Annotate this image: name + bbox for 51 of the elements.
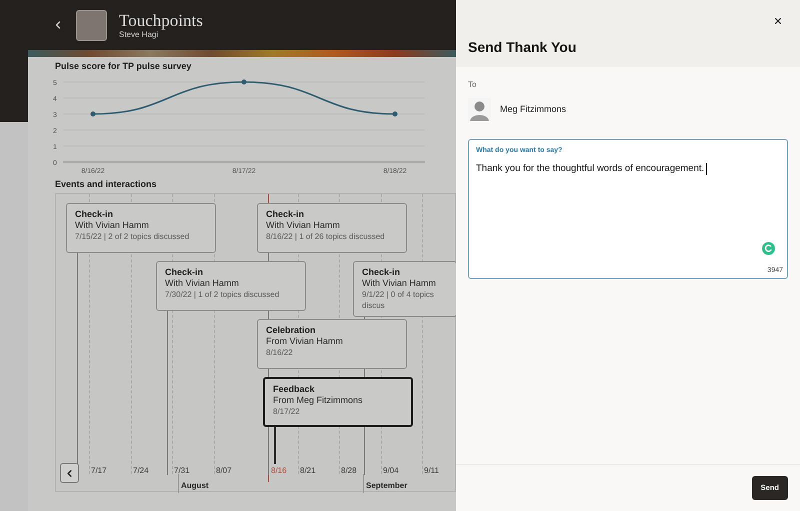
date-tick-label: 8/21 xyxy=(300,466,316,476)
date-tick-label: 8/07 xyxy=(216,466,232,476)
date-tick-label: 7/17 xyxy=(91,466,107,476)
event-title: Check-in xyxy=(165,267,204,278)
photo-placeholder xyxy=(76,10,107,40)
refresh-icon xyxy=(762,242,775,255)
event-subtitle: With Vivian Hamm xyxy=(362,278,437,289)
event-detail: 9/1/22 | 0 of 4 topics discus xyxy=(362,289,435,311)
event-subtitle: From Meg Fitzimmons xyxy=(273,395,364,406)
event-card[interactable]: Celebration From Vivian Hamm 8/16/22 xyxy=(257,319,407,369)
event-card[interactable]: Check-in With Vivian Hamm 7/15/22 | 2 of 2 topics discussed xyxy=(66,203,216,253)
page-title: Touchpoints xyxy=(119,10,203,30)
close-icon xyxy=(773,16,783,26)
event-detail: 7/30/22 | 1 of 2 topics discussed xyxy=(165,289,280,300)
event-title: Feedback xyxy=(273,384,316,395)
event-detail: 7/15/22 | 2 of 2 topics discussed xyxy=(75,231,190,242)
event-detail: 8/16/22 xyxy=(266,347,294,358)
event-detail: 8/17/22 xyxy=(273,406,301,417)
data-point xyxy=(90,112,96,116)
month-label: August xyxy=(181,481,209,491)
person-name: Steve Hagi xyxy=(119,30,158,40)
date-tick-label: 9/04 xyxy=(383,466,399,476)
month-label: September xyxy=(366,481,408,491)
event-title: Check-in xyxy=(75,209,114,220)
drawer-title: Send Thank You xyxy=(468,39,576,55)
event-subtitle: From Vivian Hamm xyxy=(266,336,344,347)
to-label: To xyxy=(468,80,478,90)
event-card[interactable]: Check-in With Vivian Hamm 9/1/22 | 0 of 4 topics discus xyxy=(353,261,456,317)
event-title: Check-in xyxy=(266,209,306,220)
section-title: Events and interactions xyxy=(55,178,158,190)
chart-title: Pulse score for TP pulse survey xyxy=(55,60,192,72)
close-button[interactable] xyxy=(772,15,784,27)
recipient-name: Meg Fitzimmons xyxy=(500,104,566,115)
message-text: Thank you for the thoughtful words of encouragement. xyxy=(476,163,708,175)
event-card[interactable]: Feedback From Meg Fitzimmons 8/17/22 xyxy=(263,377,413,427)
event-title: Check-in xyxy=(362,267,402,278)
event-card[interactable]: Check-in With Vivian Hamm 8/16/22 | 1 of 26 topics discussed xyxy=(257,203,407,253)
event-subtitle: With Vivian Hamm xyxy=(75,220,150,231)
date-tick-label: 8/28 xyxy=(341,466,357,476)
data-point xyxy=(242,80,246,84)
event-title: Celebration xyxy=(266,325,317,336)
date-tick-label: 9/11 xyxy=(424,466,439,476)
event-subtitle: With Vivian Hamm xyxy=(266,220,341,231)
date-tick-label: 8/16 xyxy=(271,466,287,476)
data-point xyxy=(392,112,398,116)
date-tick-label: 7/31 xyxy=(174,466,190,476)
event-subtitle: With Vivian Hamm xyxy=(165,278,240,289)
event-card[interactable]: Check-in With Vivian Hamm 7/30/22 | 1 of 2 topics discussed xyxy=(156,261,306,311)
previous-button[interactable] xyxy=(60,463,79,483)
date-tick-label: 7/24 xyxy=(133,466,149,476)
event-detail: 8/16/22 | 1 of 26 topics discussed xyxy=(266,231,386,242)
